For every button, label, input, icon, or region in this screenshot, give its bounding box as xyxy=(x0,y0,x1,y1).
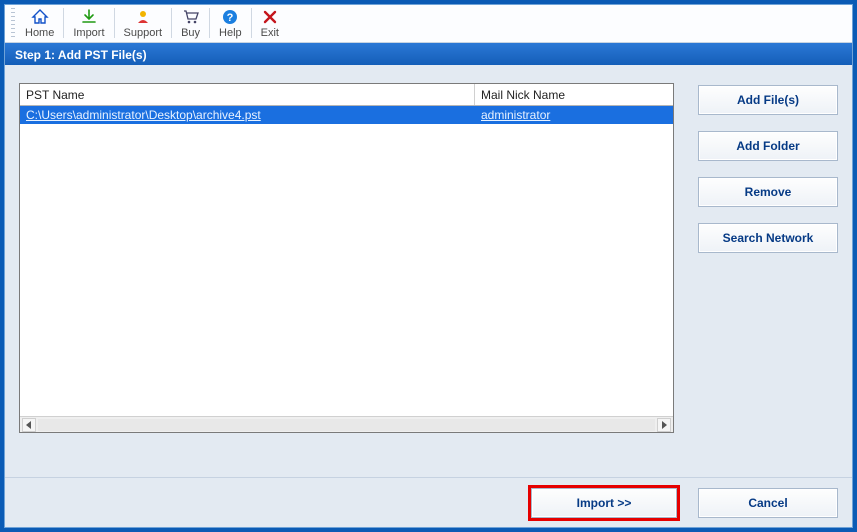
toolbar-exit-label: Exit xyxy=(261,27,279,39)
add-files-button[interactable]: Add File(s) xyxy=(698,85,838,115)
toolbar-import-label: Import xyxy=(73,27,104,39)
import-button[interactable]: Import >> xyxy=(531,488,677,518)
table-body: C:\Users\administrator\Desktop\archive4.… xyxy=(20,106,673,416)
toolbar-buy-label: Buy xyxy=(181,27,200,39)
toolbar-help-label: Help xyxy=(219,27,242,39)
add-folder-button[interactable]: Add Folder xyxy=(698,131,838,161)
support-icon xyxy=(134,8,152,26)
scroll-left-icon[interactable] xyxy=(22,418,36,432)
scroll-track[interactable] xyxy=(38,419,655,431)
toolbar: Home Import Support Buy ? xyxy=(5,5,852,43)
toolbar-help-button[interactable]: ? Help xyxy=(213,5,248,41)
column-header-pst-name[interactable]: PST Name xyxy=(20,84,475,105)
exit-icon xyxy=(261,8,279,26)
cell-mail-nick-name: administrator xyxy=(475,108,673,122)
toolbar-separator xyxy=(114,8,115,38)
scroll-right-icon[interactable] xyxy=(657,418,671,432)
toolbar-separator xyxy=(251,8,252,38)
footer: Import >> Cancel xyxy=(5,477,852,527)
toolbar-home-label: Home xyxy=(25,27,54,39)
remove-button[interactable]: Remove xyxy=(698,177,838,207)
toolbar-exit-button[interactable]: Exit xyxy=(255,5,285,41)
pst-table: PST Name Mail Nick Name C:\Users\adminis… xyxy=(19,83,674,433)
toolbar-grip xyxy=(11,8,15,40)
table-row[interactable]: C:\Users\administrator\Desktop\archive4.… xyxy=(20,106,673,124)
toolbar-support-label: Support xyxy=(124,27,163,39)
table-header: PST Name Mail Nick Name xyxy=(20,84,673,106)
toolbar-home-button[interactable]: Home xyxy=(19,5,60,41)
help-icon: ? xyxy=(221,8,239,26)
import-icon xyxy=(80,8,98,26)
search-network-button[interactable]: Search Network xyxy=(698,223,838,253)
column-header-mail-nick-name[interactable]: Mail Nick Name xyxy=(475,84,673,105)
cart-icon xyxy=(182,8,200,26)
import-highlight-frame: Import >> xyxy=(528,485,680,521)
toolbar-separator xyxy=(171,8,172,38)
svg-text:?: ? xyxy=(227,12,234,24)
toolbar-import-button[interactable]: Import xyxy=(67,5,110,41)
toolbar-separator xyxy=(209,8,210,38)
main-area: PST Name Mail Nick Name C:\Users\adminis… xyxy=(5,65,852,477)
app-frame: Home Import Support Buy ? xyxy=(4,4,853,528)
cancel-button[interactable]: Cancel xyxy=(698,488,838,518)
toolbar-support-button[interactable]: Support xyxy=(118,5,169,41)
side-buttons: Add File(s) Add Folder Remove Search Net… xyxy=(698,85,838,467)
toolbar-separator xyxy=(63,8,64,38)
cell-pst-name: C:\Users\administrator\Desktop\archive4.… xyxy=(20,108,475,122)
home-icon xyxy=(31,8,49,26)
step-header-text: Step 1: Add PST File(s) xyxy=(15,48,147,62)
toolbar-buy-button[interactable]: Buy xyxy=(175,5,206,41)
horizontal-scrollbar[interactable] xyxy=(20,416,673,432)
step-header: Step 1: Add PST File(s) xyxy=(5,43,852,65)
